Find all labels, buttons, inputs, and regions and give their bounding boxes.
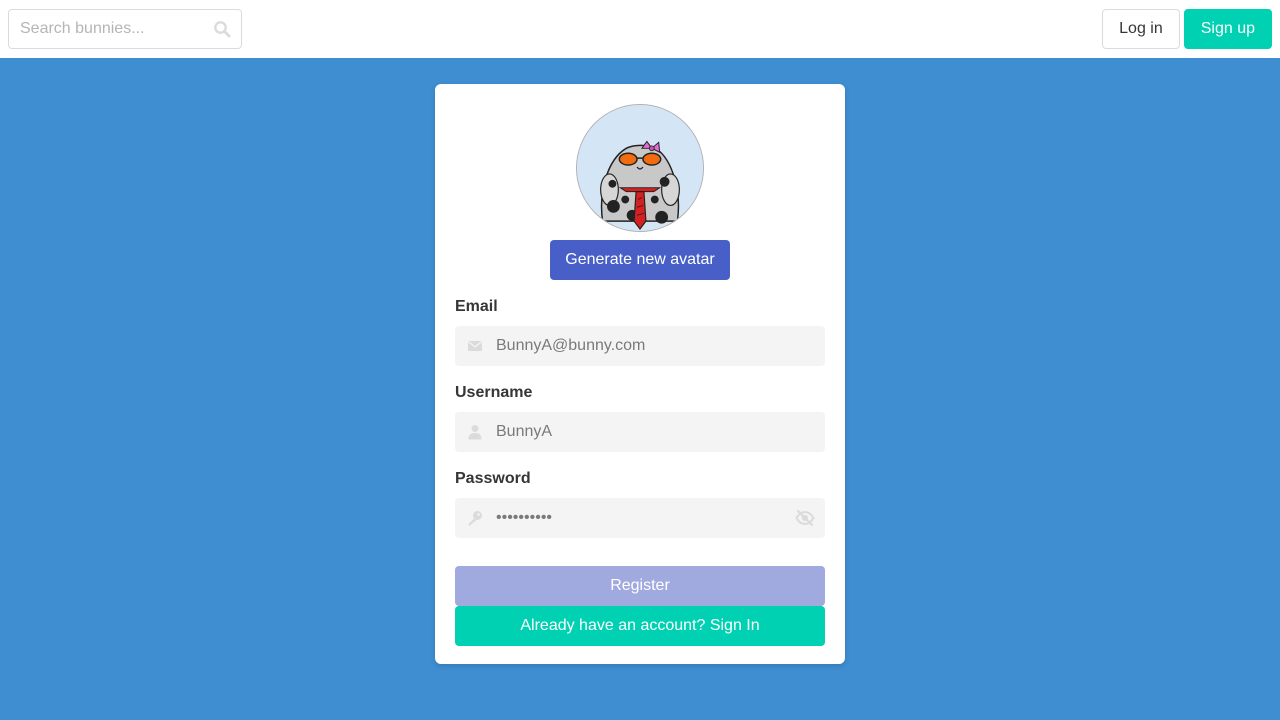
email-field-group: Email (455, 298, 825, 366)
signup-button[interactable]: Sign up (1183, 9, 1272, 49)
email-control (455, 326, 825, 366)
auth-buttons: Log in Sign up (1102, 9, 1272, 49)
username-label: Username (455, 384, 533, 401)
register-button[interactable]: Register (455, 566, 825, 606)
user-icon (468, 425, 482, 440)
password-control (455, 498, 825, 538)
bunny-avatar (576, 104, 704, 232)
eye-slash-icon[interactable] (795, 509, 815, 527)
email-label: Email (455, 298, 498, 315)
top-navbar: Log in Sign up (0, 0, 1280, 58)
username-field-group: Username (455, 384, 825, 452)
search-icon[interactable] (213, 20, 231, 38)
email-input[interactable] (455, 326, 825, 366)
search-box (8, 9, 242, 49)
envelope-icon (468, 341, 482, 351)
login-button[interactable]: Log in (1102, 9, 1180, 49)
search-input[interactable] (9, 10, 241, 48)
signin-link-button[interactable]: Already have an account? Sign In (455, 606, 825, 646)
register-card: Generate new avatar Email Username Passw… (435, 84, 845, 664)
password-input[interactable] (455, 498, 825, 538)
generate-avatar-button[interactable]: Generate new avatar (550, 240, 730, 280)
password-label: Password (455, 470, 531, 487)
key-icon (468, 511, 482, 526)
username-control (455, 412, 825, 452)
username-input[interactable] (455, 412, 825, 452)
password-field-group: Password (455, 470, 825, 538)
